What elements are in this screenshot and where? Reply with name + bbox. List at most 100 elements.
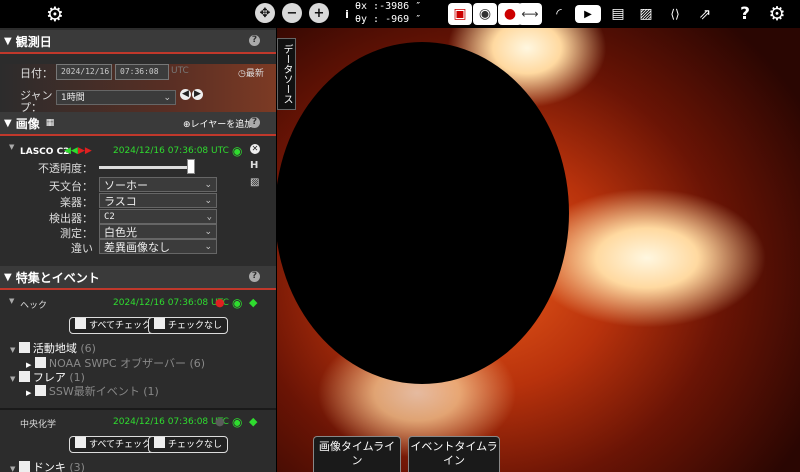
circle-view-button[interactable]: ◉	[473, 3, 497, 25]
visibility-eye-icon[interactable]: ◉	[232, 415, 242, 429]
difference-value: 差異画像なし	[104, 241, 170, 254]
date-input[interactable]: 2024/12/16	[56, 64, 112, 80]
help-icon[interactable]: ?	[249, 117, 260, 128]
checkbox[interactable]	[18, 342, 30, 353]
jump-label: ジャン プ：	[20, 89, 53, 114]
collapse-arrow-icon[interactable]: ▼	[4, 272, 12, 283]
data-source-tab[interactable]: データソース	[277, 38, 296, 110]
solar-image-viewport[interactable]	[277, 28, 800, 472]
expand-arrow-icon[interactable]: ▼	[10, 465, 15, 472]
check-none-button[interactable]: チェックなし	[148, 317, 229, 334]
checkbox[interactable]	[34, 357, 46, 368]
measurement-label: 測定：	[60, 227, 93, 240]
observatory-select[interactable]: ソーホー ⌄	[99, 177, 217, 192]
timezone-label: UTC	[171, 66, 189, 76]
movie-file-icon[interactable]: ▤	[610, 3, 626, 25]
divider	[0, 408, 276, 410]
check-all-label: すべてチェック	[89, 321, 152, 331]
jump-select[interactable]: 1時間 ⌄	[56, 90, 176, 105]
expand-arrow-icon[interactable]: ▼	[10, 346, 15, 354]
check-none-label: チェックなし	[168, 321, 223, 331]
time-input[interactable]: 07:36:08	[115, 64, 169, 80]
expand-arrow-icon[interactable]: ▶	[26, 361, 31, 369]
detector-value: C2	[104, 212, 115, 222]
event-timeline-tab[interactable]: イベントタイムラ イン	[408, 436, 500, 472]
collapse-arrow-icon[interactable]: ▼	[4, 118, 12, 129]
measure-button[interactable]: ⟷	[518, 3, 542, 25]
collapse-arrow-icon[interactable]: ▼	[4, 36, 12, 47]
tree-item-ssw[interactable]: ▶ SSW最新イベント (1)	[26, 383, 159, 399]
clock-icon: ◷	[238, 69, 246, 79]
cube-view-button[interactable]: ▣	[448, 3, 472, 25]
youtube-icon[interactable]: ▶	[575, 5, 601, 23]
zoom-in-button[interactable]: +	[309, 3, 329, 23]
plus-circle-icon: ⊕	[183, 119, 191, 130]
check-all-button[interactable]: すべてチェック	[69, 317, 158, 334]
group-expand-arrow-icon[interactable]: ▼	[9, 297, 14, 305]
layer-expand-arrow-icon[interactable]: ▼	[9, 143, 14, 151]
add-layer-label: レイヤーを追加	[190, 119, 254, 130]
visibility-eye-icon[interactable]: ◉	[232, 144, 242, 158]
share-icon[interactable]: ⇗	[696, 3, 714, 25]
download-layer-icon[interactable]: H	[250, 160, 258, 171]
grid-icon[interactable]: ▦	[46, 118, 55, 128]
label-tag-icon[interactable]: ◆	[249, 415, 257, 428]
images-header[interactable]: ▼ 画像 ▦ ⊕レイヤーを追加 ?	[0, 112, 276, 136]
features-events-header[interactable]: ▼ 特集とイベント ?	[0, 266, 276, 290]
detector-select[interactable]: C2 ⌄	[99, 209, 217, 224]
tree-label: 活動地域	[32, 342, 77, 355]
control-panel: ▼ 観測日 ? 日付： 2024/12/16 07:36:08 UTC ◷最新 …	[0, 28, 276, 472]
gear-icon[interactable]: ⚙	[44, 2, 66, 26]
section-title: 観測日	[15, 34, 52, 49]
chevron-down-icon: ⌄	[204, 242, 212, 252]
help-icon[interactable]: ?	[249, 271, 260, 282]
observatory-value: ソーホー	[104, 179, 148, 192]
checkbox[interactable]	[18, 461, 30, 472]
difference-select[interactable]: 差異画像なし ⌄	[99, 239, 217, 254]
jump-forward-button[interactable]: ▶	[192, 89, 203, 100]
coord-y-value: -969	[385, 14, 410, 25]
info-icon[interactable]: i	[342, 3, 352, 25]
checkbox-icon	[75, 437, 86, 448]
observation-date-header[interactable]: ▼ 観測日 ?	[0, 30, 276, 54]
opacity-slider-handle[interactable]	[187, 159, 195, 174]
latest-button[interactable]: ◷最新	[238, 66, 264, 79]
image-timeline-tab[interactable]: 画像タイムライ ン	[313, 436, 401, 472]
checkbox[interactable]	[34, 385, 46, 396]
check-all-button[interactable]: すべてチェック	[69, 436, 158, 453]
label-tag-icon[interactable]: ◆	[249, 296, 257, 309]
expand-arrow-icon[interactable]: ▶	[26, 389, 31, 397]
rss-icon[interactable]: ◜	[550, 3, 568, 25]
tree-label: ドンキ	[32, 461, 66, 472]
layer-prev-icon[interactable]: ◀◀	[64, 146, 78, 156]
remove-layer-icon[interactable]: ✕	[250, 144, 260, 154]
measurement-select[interactable]: 白色光 ⌄	[99, 224, 217, 239]
add-layer-button[interactable]: ⊕レイヤーを追加	[183, 117, 253, 130]
visibility-eye-icon[interactable]: ◉	[232, 296, 242, 310]
check-none-button[interactable]: チェックなし	[148, 436, 229, 453]
coord-x-value: -3986	[379, 1, 410, 12]
zoom-out-button[interactable]: −	[282, 3, 302, 23]
embed-code-icon[interactable]: ⟨⟩	[667, 3, 683, 25]
help-icon[interactable]: ?	[738, 3, 752, 25]
tree-item-donki[interactable]: ▼ ドンキ (3)	[10, 459, 85, 472]
marker-icon[interactable]: ●	[215, 296, 225, 309]
observatory-label: 天文台：	[49, 180, 93, 193]
checkbox[interactable]	[18, 371, 30, 382]
help-icon[interactable]: ?	[249, 35, 260, 46]
expand-arrow-icon[interactable]: ▼	[10, 375, 15, 383]
image-info-icon[interactable]: ▨	[250, 177, 259, 188]
marker-icon[interactable]: ●	[215, 415, 225, 428]
jump-select-value: 1時間	[61, 93, 85, 103]
jump-back-button[interactable]: ◀	[180, 89, 191, 100]
detector-label: 検出器：	[49, 212, 93, 225]
tree-item-active-region[interactable]: ▼ 活動地域 (6)	[10, 340, 96, 356]
chevron-down-icon: ⌄	[163, 93, 171, 103]
layer-next-icon[interactable]: ▶▶	[78, 146, 92, 156]
image-file-icon[interactable]: ▨	[638, 3, 654, 25]
zoom-fit-button[interactable]: ✥	[255, 3, 275, 23]
settings-gear-icon[interactable]: ⚙	[766, 3, 788, 25]
tree-count: (1)	[143, 385, 159, 398]
instrument-select[interactable]: ラスコ ⌄	[99, 193, 217, 208]
opacity-slider[interactable]	[99, 166, 189, 169]
